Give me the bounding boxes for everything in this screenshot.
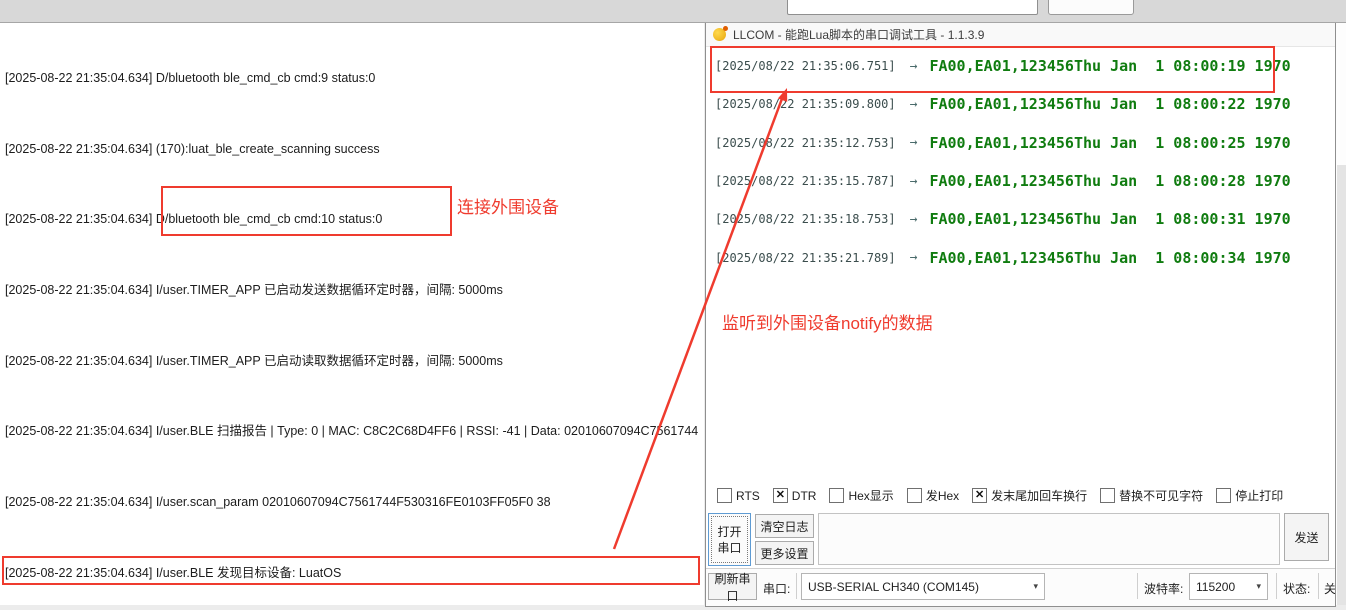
checkbox-rts[interactable] [717, 488, 732, 503]
port-select-value: USB-SERIAL CH340 (COM145) [808, 579, 979, 594]
device-log-lines: [2025-08-22 21:35:04.634] D/bluetooth bl… [5, 23, 698, 605]
serial-log-area: [2025/08/22 21:35:06.751] → FA00,EA01,12… [715, 47, 1329, 277]
serial-log-entry: [2025/08/22 21:35:06.751] → FA00,EA01,12… [715, 47, 1329, 85]
status-value-partial: 关 [1324, 582, 1336, 596]
background-scrollbar[interactable] [1337, 165, 1346, 605]
log-line: [2025-08-22 21:35:04.634] D/bluetooth bl… [5, 71, 376, 86]
serial-log-entry: [2025/08/22 21:35:15.787] → FA00,EA01,12… [715, 162, 1329, 200]
option-replace-invisible: 替换不可见字符 [1100, 487, 1203, 504]
baud-select[interactable]: 115200 ▾ [1189, 573, 1268, 600]
checkbox-append-crlf[interactable]: ✕ [972, 488, 988, 503]
receive-arrow-icon: → [909, 250, 918, 266]
background-address-input[interactable] [787, 0, 1038, 15]
send-button[interactable]: 发送 [1284, 513, 1329, 561]
refresh-serial-button[interactable]: 刷新串口 [708, 572, 757, 603]
option-label: 发末尾加回车换行 [991, 489, 1088, 503]
entry-data: FA00,EA01,123456Thu Jan 1 08:00:31 1970 [929, 210, 1291, 229]
serial-log-entry: [2025/08/22 21:35:09.800] → FA00,EA01,12… [715, 85, 1329, 123]
option-stop-print: 停止打印 [1216, 487, 1283, 504]
port-label: 串口: [763, 582, 791, 596]
entry-timestamp: [2025/08/22 21:35:15.787] [715, 174, 896, 189]
option-append-crlf: ✕ 发末尾加回车换行 [972, 487, 1087, 504]
log-line: [2025-08-22 21:35:04.634] I/user.BLE 发现目… [5, 565, 342, 580]
entry-data: FA00,EA01,123456Thu Jan 1 08:00:28 1970 [929, 172, 1291, 191]
baud-label: 波特率: [1144, 582, 1184, 596]
log-line: [2025-08-22 21:35:04.634] I/user.TIMER_A… [5, 283, 503, 298]
entry-data: FA00,EA01,123456Thu Jan 1 08:00:19 1970 [929, 57, 1291, 76]
llcom-window: LLCOM - 能跑Lua脚本的串口调试工具 - 1.1.3.9 [2025/0… [705, 22, 1336, 607]
log-line: [2025-08-22 21:35:04.634] I/user.scan_pa… [5, 494, 551, 509]
option-dtr: ✕ DTR [772, 488, 817, 503]
serial-log-entry: [2025/08/22 21:35:21.789] → FA00,EA01,12… [715, 238, 1329, 276]
serial-options-row: RTS ✕ DTR Hex显示 发Hex ✕ 发末尾加回车换行 替换不可见字符 … [717, 487, 1283, 504]
log-line: [2025-08-22 21:35:04.634] I/user.TIMER_A… [5, 353, 503, 368]
checkbox-send-hex[interactable] [906, 488, 922, 503]
option-label: 停止打印 [1235, 489, 1284, 503]
option-label: RTS [736, 488, 760, 503]
checkbox-hex-display[interactable] [829, 488, 845, 503]
checkbox-stop-print[interactable] [1216, 488, 1232, 503]
entry-timestamp: [2025/08/22 21:35:21.789] [715, 250, 896, 265]
entry-timestamp: [2025/08/22 21:35:18.753] [715, 212, 896, 227]
baud-select-value: 115200 [1196, 579, 1236, 594]
llcom-titlebar: LLCOM - 能跑Lua脚本的串口调试工具 - 1.1.3.9 [706, 23, 1335, 47]
entry-data: FA00,EA01,123456Thu Jan 1 08:00:25 1970 [929, 133, 1291, 152]
llcom-app-icon [713, 26, 728, 41]
divider [796, 573, 797, 599]
more-settings-button[interactable]: 更多设置 [755, 541, 814, 565]
log-line: [2025-08-22 21:35:04.634] I/user.BLE 扫描报… [5, 424, 699, 439]
checkbox-dtr[interactable]: ✕ [772, 488, 788, 503]
divider [1137, 573, 1138, 599]
clear-log-button[interactable]: 清空日志 [755, 514, 814, 538]
serial-bottom-bar: 刷新串口 串口: USB-SERIAL CH340 (COM145) ▾ 波特率… [706, 568, 1336, 606]
device-log-panel: [2025-08-22 21:35:04.634] D/bluetooth bl… [0, 23, 704, 605]
divider [1276, 573, 1277, 599]
receive-arrow-icon: → [909, 173, 918, 189]
option-label: 发Hex [925, 489, 960, 503]
entry-data: FA00,EA01,123456Thu Jan 1 08:00:34 1970 [929, 248, 1291, 267]
entry-timestamp: [2025/08/22 21:35:09.800] [715, 97, 896, 112]
background-window-strip [0, 0, 1346, 23]
receive-arrow-icon: → [909, 96, 918, 112]
option-label: 替换不可见字符 [1119, 489, 1204, 503]
send-input[interactable] [818, 513, 1280, 565]
serial-log-entry: [2025/08/22 21:35:12.753] → FA00,EA01,12… [715, 124, 1329, 162]
receive-arrow-icon: → [909, 58, 918, 74]
divider [1318, 573, 1319, 599]
chevron-down-icon: ▾ [1033, 581, 1038, 591]
serial-log-entry: [2025/08/22 21:35:18.753] → FA00,EA01,12… [715, 200, 1329, 238]
option-label: Hex显示 [848, 489, 894, 503]
entry-timestamp: [2025/08/22 21:35:12.753] [715, 135, 896, 150]
option-send-hex: 发Hex [906, 487, 960, 504]
checkbox-replace-invisible[interactable] [1100, 488, 1116, 503]
option-rts: RTS [717, 488, 760, 503]
log-line: [2025-08-22 21:35:04.634] (170):luat_ble… [5, 141, 380, 156]
chevron-down-icon: ▾ [1256, 581, 1261, 591]
status-label: 状态: [1283, 582, 1311, 596]
port-select[interactable]: USB-SERIAL CH340 (COM145) ▾ [801, 573, 1045, 600]
entry-data: FA00,EA01,123456Thu Jan 1 08:00:22 1970 [929, 95, 1291, 114]
background-toolbar-button[interactable] [1048, 0, 1134, 15]
option-hex-display: Hex显示 [829, 487, 894, 504]
llcom-window-title: LLCOM - 能跑Lua脚本的串口调试工具 - 1.1.3.9 [733, 28, 985, 42]
log-line: [2025-08-22 21:35:04.634] D/bluetooth bl… [5, 212, 383, 227]
entry-timestamp: [2025/08/22 21:35:06.751] [715, 59, 896, 74]
option-label: DTR [791, 488, 817, 503]
receive-arrow-icon: → [909, 135, 918, 151]
receive-arrow-icon: → [909, 211, 918, 227]
open-serial-button[interactable]: 打开 串口 [708, 513, 751, 566]
